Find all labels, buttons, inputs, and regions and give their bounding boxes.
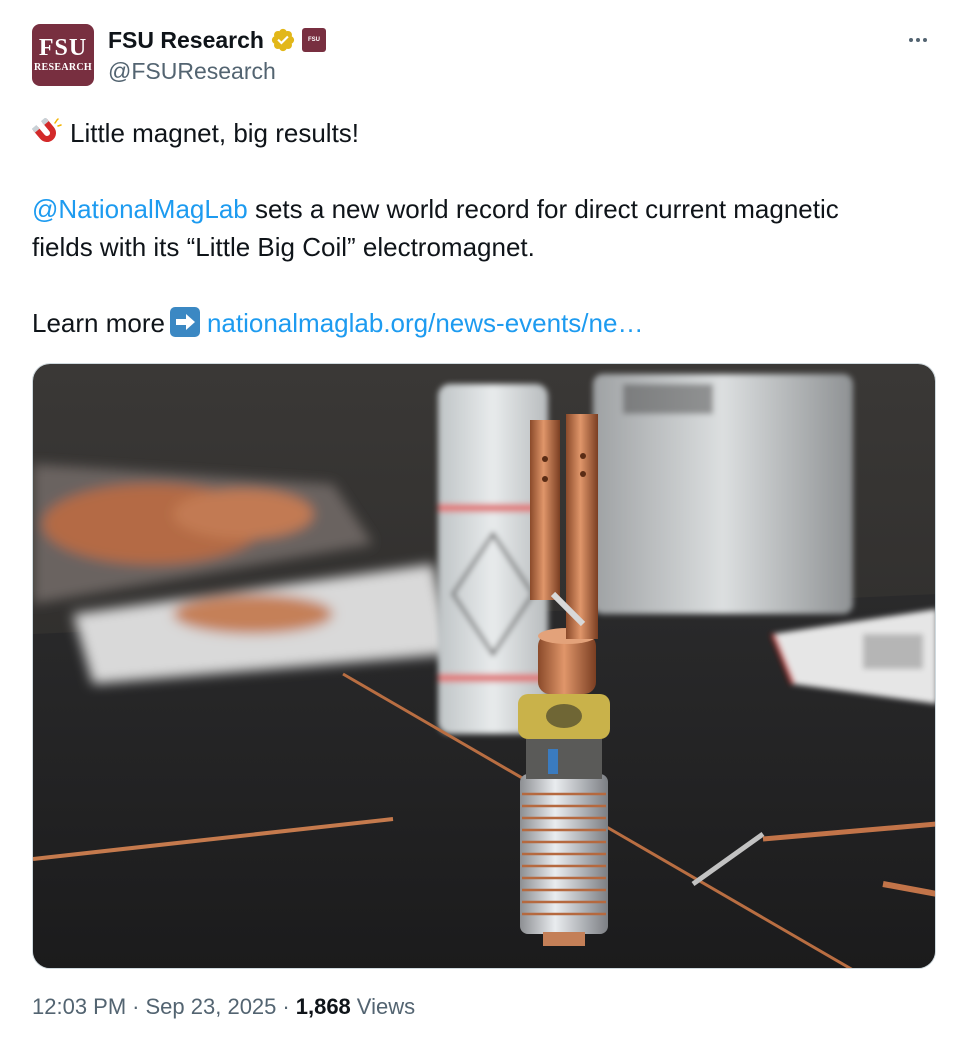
meta-separator: · — [132, 994, 140, 1019]
electromagnet-photo — [33, 364, 935, 968]
learn-more-text: Learn more — [32, 308, 165, 338]
avatar[interactable]: FSU RESEARCH — [32, 24, 94, 86]
tweet-date[interactable]: Sep 23, 2025 — [146, 994, 277, 1020]
right-arrow-emoji-icon — [169, 307, 200, 337]
tweet-time[interactable]: 12:03 PM — [32, 994, 126, 1020]
author-handle[interactable]: @FSUResearch — [108, 58, 276, 85]
mention-link[interactable]: @NationalMagLab — [32, 194, 248, 224]
verified-badge-icon[interactable] — [270, 27, 296, 53]
affiliation-badge-icon[interactable]: FSU — [301, 28, 326, 52]
tweet-line-learn-more: Learn more nationalmaglab.org/news-events… — [32, 304, 932, 342]
views-label: Views — [356, 994, 416, 1019]
more-options-icon[interactable] — [902, 24, 934, 56]
avatar-text-bottom: RESEARCH — [34, 61, 92, 73]
tweet-meta: 12:03 PM · Sep 23, 2025 · 1,868 Views — [32, 994, 415, 1020]
meta-separator: · — [282, 994, 290, 1019]
views-count: 1,868 — [295, 994, 351, 1019]
external-link[interactable]: nationalmaglab.org/news-events/ne… — [207, 308, 643, 338]
magnet-emoji-icon — [32, 118, 62, 142]
display-name[interactable]: FSU Research — [108, 27, 264, 54]
author-name-row: FSU Research FSU — [108, 24, 326, 56]
avatar-text-top: FSU — [38, 34, 88, 61]
tweet-line-2: @NationalMagLab sets a new world record … — [32, 190, 932, 228]
tweet-media-photo[interactable] — [32, 363, 936, 969]
tweet-headline: Little magnet, big results! — [70, 118, 360, 148]
tweet-line-2-text: sets a new world record for direct curre… — [247, 194, 839, 224]
tweet-text: Little magnet, big results! @NationalMag… — [32, 114, 932, 342]
tweet-line-1: Little magnet, big results! — [32, 114, 932, 152]
tweet-line-3: fields with its “Little Big Coil” electr… — [32, 232, 535, 262]
